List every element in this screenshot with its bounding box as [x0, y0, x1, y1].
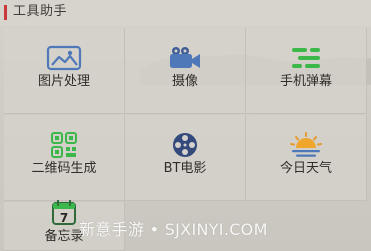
tool-qr-generator[interactable]: 二维码生成	[4, 115, 125, 201]
camera-icon	[170, 47, 200, 68]
calendar-icon: 7	[52, 200, 76, 225]
calendar-day-number: 7	[60, 211, 68, 225]
image-icon	[46, 45, 82, 71]
tool-label: 今日天气	[279, 161, 332, 176]
danmaku-icon	[292, 48, 320, 68]
tool-phone-danmaku[interactable]: 手机弹幕	[246, 28, 367, 114]
tool-label: 二维码生成	[31, 161, 97, 176]
tool-today-weather[interactable]: 今日天气	[246, 115, 367, 201]
tool-label: 手机弹幕	[279, 74, 332, 89]
film-reel-icon	[173, 133, 197, 157]
tool-camera[interactable]: 摄像	[125, 28, 246, 114]
section-title: 工具助手	[13, 4, 68, 19]
tool-bt-movie[interactable]: BT电影	[125, 115, 246, 201]
header-accent-bar	[4, 5, 7, 20]
qr-code-icon	[51, 132, 77, 158]
weather-icon	[290, 132, 322, 157]
tool-label: 图片处理	[37, 74, 90, 89]
tool-label: BT电影	[163, 161, 207, 176]
section-header: 工具助手	[0, 0, 371, 26]
watermark-text: 新意手游 • SJXINYI.COM	[79, 220, 268, 239]
tool-label: 摄像	[171, 74, 198, 89]
tool-image-processing[interactable]: 图片处理	[4, 28, 125, 114]
tool-helper-panel: 工具助手 图片处理 摄像 手机弹幕 二维码生成 BT电影 今日天气 7 备忘录 …	[0, 0, 371, 251]
